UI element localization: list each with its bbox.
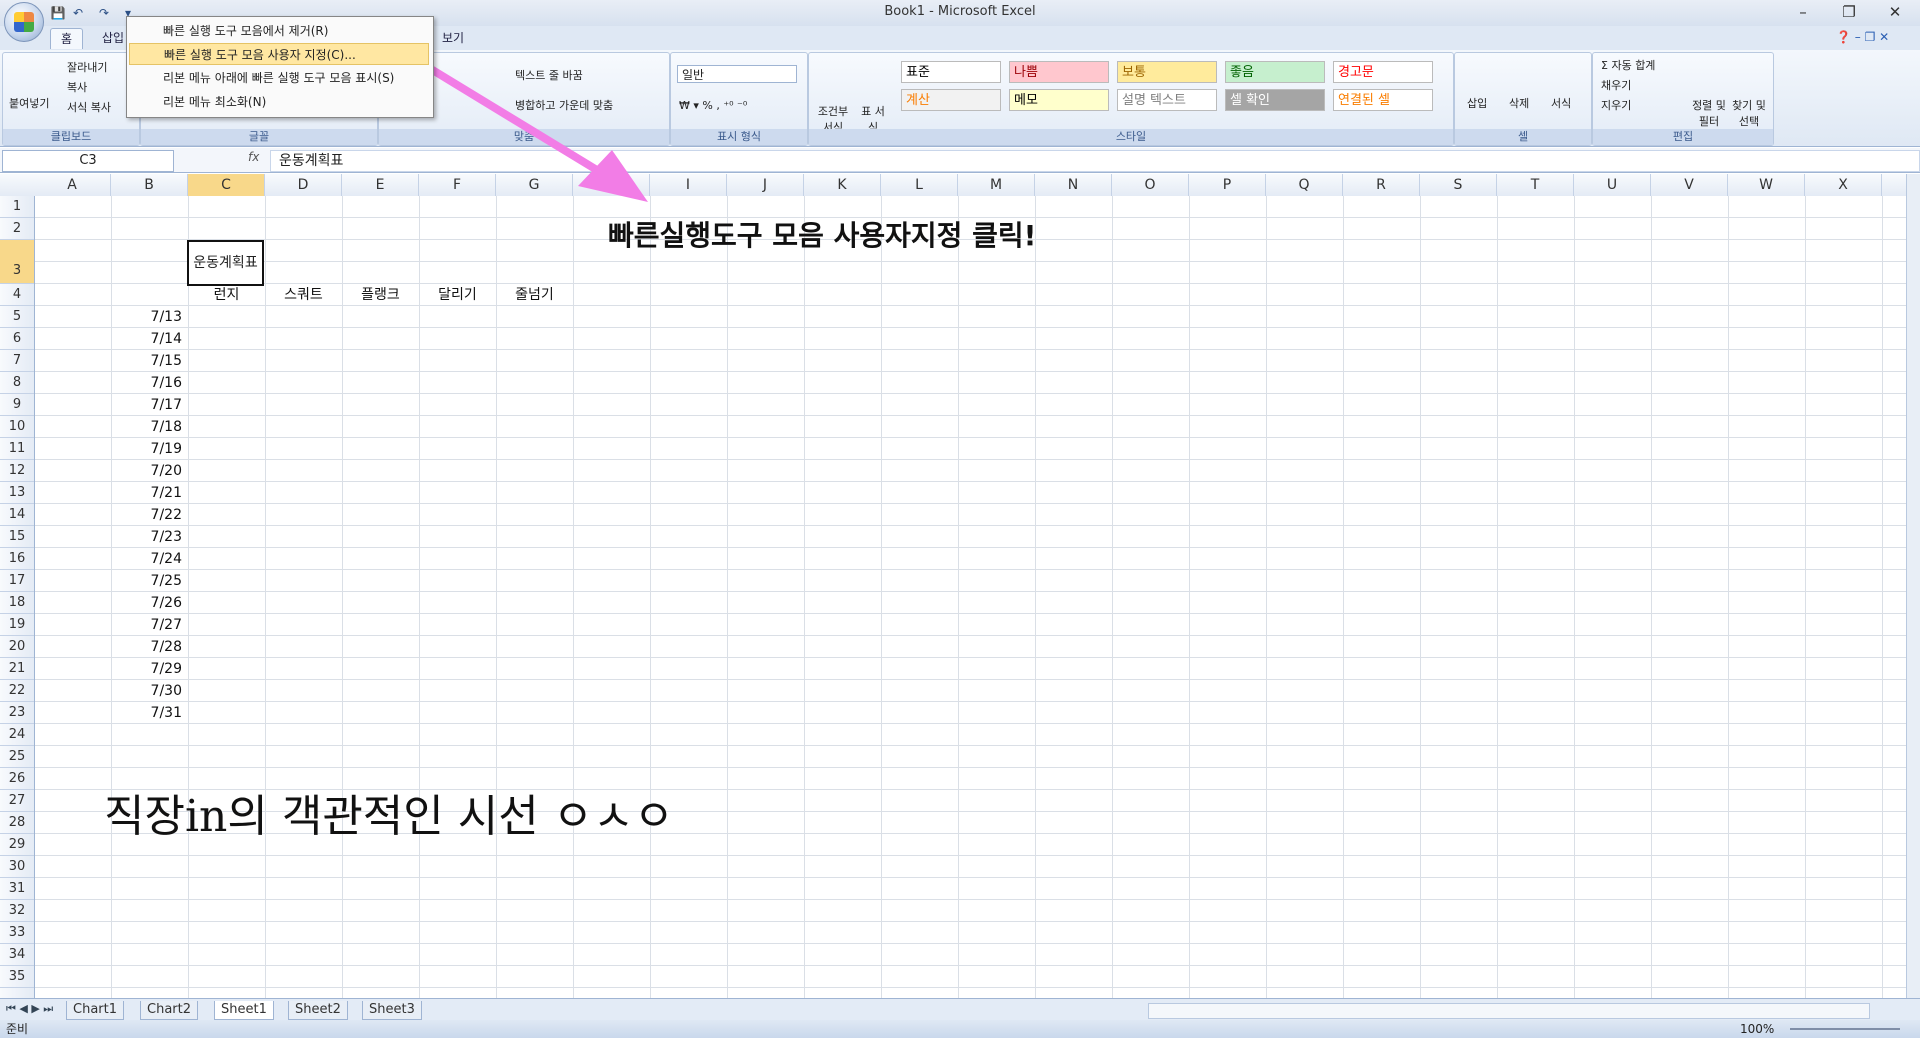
arrow-head [578,150,648,202]
annotation-arrow [422,62,648,202]
menu-item-remove-qat[interactable]: 빠른 실행 도구 모음에서 제거(R) [129,20,429,42]
menu-item-minimize-ribbon[interactable]: 리본 메뉴 최소화(N) [129,91,429,113]
menu-item-customize-qat[interactable]: 빠른 실행 도구 모음 사용자 지정(C)... [129,43,429,65]
menu-item-show-below-ribbon[interactable]: 리본 메뉴 아래에 빠른 실행 도구 모음 표시(S) [129,67,429,89]
qat-context-menu: 빠른 실행 도구 모음에서 제거(R) 빠른 실행 도구 모음 사용자 지정(C… [126,16,434,118]
arrow-shaft [422,62,614,182]
